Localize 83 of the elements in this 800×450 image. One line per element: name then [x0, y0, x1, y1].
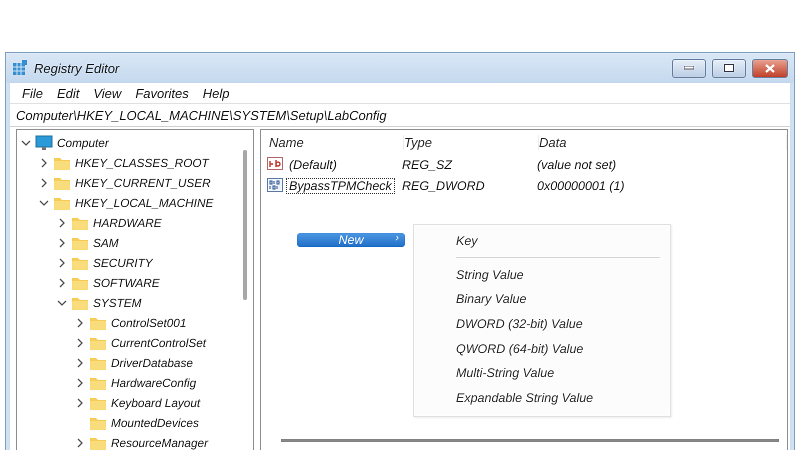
value-name[interactable]: BypassTPMCheck [286, 178, 395, 194]
folder-icon [89, 436, 107, 450]
menu-item[interactable]: Help [196, 86, 238, 100]
collapsed-chevron-icon[interactable] [75, 358, 85, 368]
collapsed-chevron-icon[interactable] [75, 338, 85, 348]
folder-icon [89, 396, 107, 410]
menu-item[interactable]: Expandable String Value [414, 386, 670, 410]
tree-item[interactable]: HKEY_CURRENT_USER [75, 176, 211, 190]
tree-item[interactable]: DriverDatabase [111, 356, 193, 370]
menu-item[interactable]: File [16, 86, 51, 100]
table-cell-text: REG_DWORD [402, 178, 486, 192]
expanded-chevron-icon[interactable] [57, 298, 67, 308]
tree-item[interactable]: HardwareConfig [111, 376, 196, 390]
folder-icon [53, 156, 71, 170]
column-header[interactable]: Type [404, 134, 539, 150]
tree-item[interactable]: SOFTWARE [93, 276, 160, 290]
folder-icon [89, 376, 107, 390]
folder-icon [53, 196, 71, 210]
folder-icon [89, 356, 107, 370]
column-header[interactable]: Name [269, 134, 404, 150]
menu-item[interactable]: String Value [414, 262, 670, 288]
folder-icon [71, 216, 89, 230]
column-header[interactable]: Data [539, 134, 787, 150]
expanded-chevron-icon[interactable] [39, 198, 49, 208]
tree-item[interactable]: SECURITY [93, 256, 153, 270]
menu-item[interactable]: Binary Value [414, 287, 670, 312]
menu-item[interactable]: Edit [50, 86, 88, 100]
table-cell-text: 0x00000001 (1) [537, 178, 626, 192]
submenu-arrow: › [395, 232, 399, 244]
collapsed-chevron-icon[interactable] [57, 258, 67, 268]
folder-icon [89, 416, 107, 430]
tree-item[interactable]: Computer [57, 136, 109, 150]
tree-item[interactable]: HKEY_LOCAL_MACHINE [75, 196, 214, 210]
folder-icon [89, 336, 107, 350]
tree-item[interactable]: ControlSet001 [111, 316, 186, 330]
minimize-button[interactable] [672, 58, 706, 78]
tree-item[interactable]: SYSTEM [93, 296, 142, 310]
folder-icon [89, 316, 107, 330]
menu-item[interactable]: Multi-String Value [414, 360, 670, 386]
scrollbar-thumb[interactable] [281, 439, 779, 442]
close-icon [765, 64, 775, 72]
tree-item[interactable]: HKEY_CLASSES_ROOT [75, 156, 209, 170]
close-button[interactable] [752, 58, 788, 78]
collapsed-chevron-icon[interactable] [39, 158, 49, 168]
menu-item[interactable]: DWORD (32-bit) Value [414, 312, 670, 336]
collapsed-chevron-icon[interactable] [39, 178, 49, 188]
tree-item[interactable]: MountedDevices [111, 416, 199, 430]
address-bar[interactable]: Computer\HKEY_LOCAL_MACHINE\SYSTEM\Setup\LabConfig [10, 103, 790, 127]
menu-item[interactable]: Favorites [129, 86, 197, 100]
folder-icon [53, 176, 71, 190]
collapsed-chevron-icon[interactable] [57, 218, 67, 228]
folder-icon [71, 256, 89, 270]
table-cell-text: (value not set) [537, 158, 618, 172]
collapsed-chevron-icon[interactable] [57, 238, 67, 248]
string-value-icon [267, 157, 284, 172]
collapsed-chevron-icon[interactable] [75, 398, 85, 408]
menu-item[interactable]: New › [297, 233, 405, 247]
window-title: Registry Editor [34, 60, 120, 76]
folder-icon [71, 236, 89, 250]
maximize-icon [724, 64, 734, 72]
expanded-chevron-icon[interactable] [21, 138, 31, 148]
tree-item[interactable]: HARDWARE [93, 216, 162, 230]
menu-item[interactable]: View [87, 86, 130, 100]
collapsed-chevron-icon[interactable] [75, 378, 85, 388]
collapsed-chevron-icon[interactable] [57, 278, 67, 288]
binary-value-icon [267, 178, 284, 193]
folder-icon [71, 276, 89, 290]
scrollbar-thumb[interactable] [243, 150, 247, 300]
maximize-button[interactable] [712, 58, 746, 78]
collapsed-chevron-icon[interactable] [75, 318, 85, 328]
collapsed-chevron-icon[interactable] [75, 438, 85, 448]
registry-editor-icon [12, 60, 28, 76]
computer-icon [35, 135, 53, 151]
minimize-icon [684, 66, 694, 70]
folder-icon [71, 296, 89, 310]
tree-item[interactable]: SAM [93, 236, 119, 250]
tree-item[interactable]: Keyboard Layout [111, 396, 200, 410]
menu-item[interactable]: QWORD (64-bit) Value [414, 336, 670, 361]
menu-item[interactable]: Key [414, 229, 670, 254]
tree-item[interactable]: CurrentControlSet [111, 336, 206, 350]
tree-item[interactable]: ResourceManager [111, 436, 208, 450]
value-name[interactable]: (Default) [286, 156, 340, 172]
table-cell-text: REG_SZ [402, 158, 454, 172]
